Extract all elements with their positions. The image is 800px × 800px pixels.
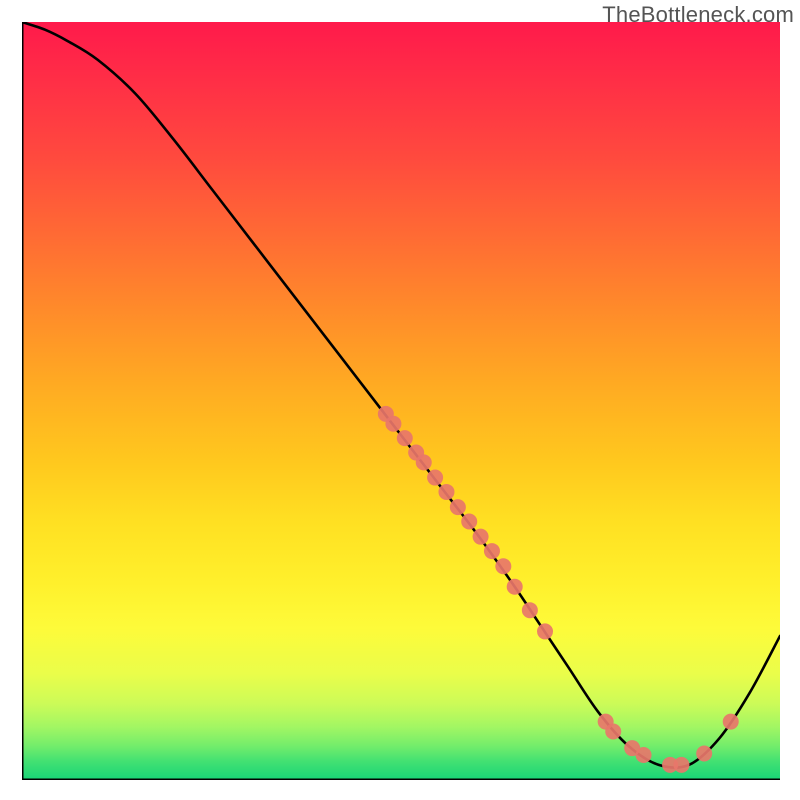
data-point [495,558,511,574]
data-point [450,499,466,515]
chart-plot-area [22,22,780,780]
data-point [507,579,523,595]
data-point [397,430,413,446]
watermark-text: TheBottleneck.com [602,2,794,28]
data-point [438,484,454,500]
data-point [723,714,739,730]
chart-svg [22,22,780,780]
data-point [636,747,652,763]
data-point [461,514,477,530]
data-point [522,602,538,618]
data-point [673,757,689,773]
data-point [473,529,489,545]
data-point [416,454,432,470]
data-point [605,723,621,739]
data-point [385,416,401,432]
data-point [696,745,712,761]
data-point [427,470,443,486]
data-point [537,623,553,639]
chart-background [22,22,780,780]
data-point [484,543,500,559]
